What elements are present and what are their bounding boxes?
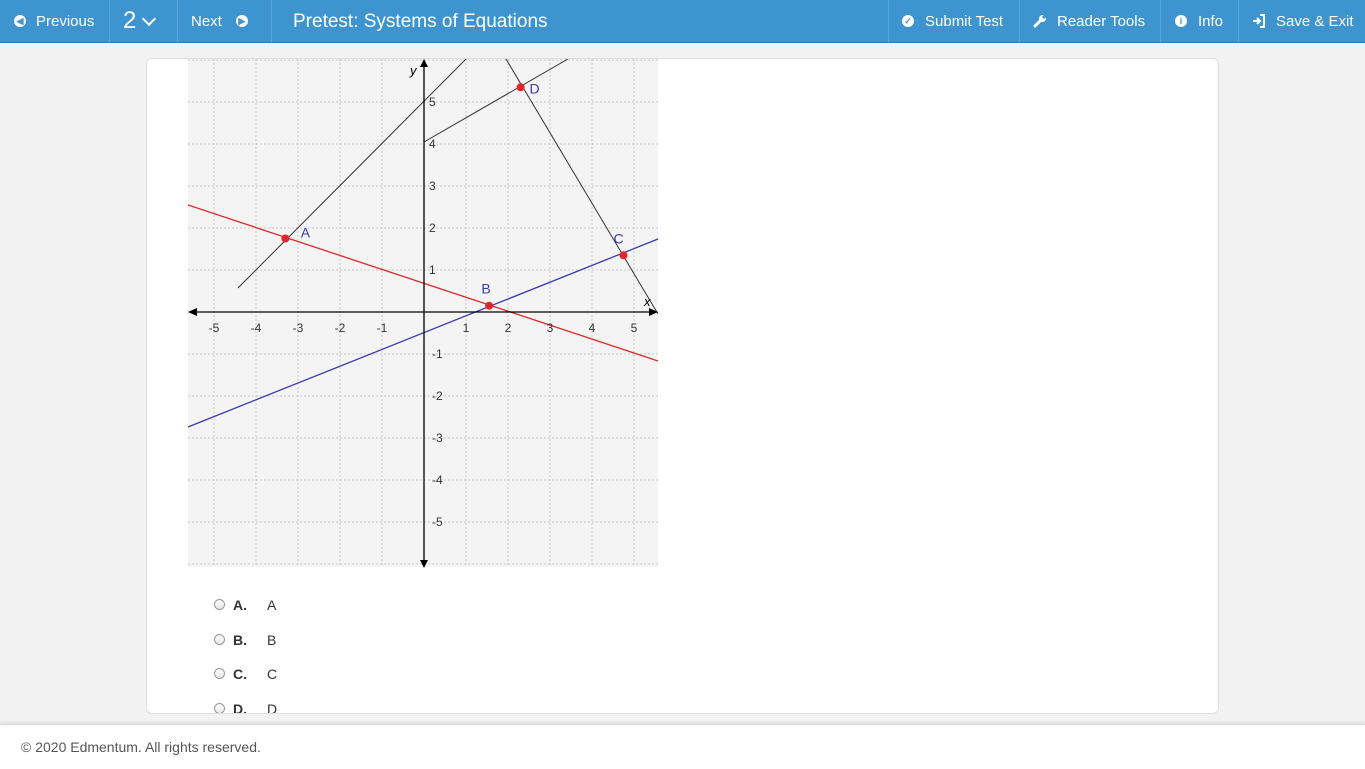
choice-a-text: A bbox=[267, 597, 277, 613]
y-tick-label: 5 bbox=[429, 95, 436, 109]
arrow-left-icon: ◀ bbox=[14, 15, 26, 27]
top-navigation-bar: ◀ Previous 2 Next ▶ Pretest: Systems of … bbox=[0, 0, 1365, 43]
previous-label: Previous bbox=[36, 12, 95, 30]
graph-background bbox=[188, 59, 658, 567]
coordinate-graph: xy -5 -4 -3 -2 -1 1 2 3 4 512345-1-2-3-4-5 ABCD bbox=[188, 59, 658, 568]
submit-test-button[interactable]: ✓ Submit Test bbox=[888, 0, 1020, 42]
x-tick-label: -2 bbox=[335, 321, 346, 335]
chevron-down-icon bbox=[142, 11, 157, 27]
submit-label: Submit Test bbox=[925, 12, 1004, 30]
save-exit-button[interactable]: Save & Exit bbox=[1239, 0, 1365, 42]
choice-d-text: D bbox=[267, 701, 278, 714]
x-tick-label: -1 bbox=[377, 321, 388, 335]
y-tick-label: -5 bbox=[432, 515, 443, 529]
arrow-right-icon: ▶ bbox=[235, 15, 248, 27]
point-label-b: B bbox=[481, 281, 490, 297]
point-label-a: A bbox=[301, 225, 311, 241]
point-b bbox=[485, 301, 494, 310]
point-c bbox=[619, 251, 628, 260]
y-tick-label: 2 bbox=[429, 221, 436, 235]
choice-c[interactable]: C. C bbox=[214, 666, 277, 682]
point-label-c: C bbox=[613, 230, 623, 246]
choice-a[interactable]: A. A bbox=[214, 597, 276, 613]
choice-d-letter: D. bbox=[233, 701, 247, 714]
sign-in-icon bbox=[1253, 14, 1265, 28]
choice-b[interactable]: B. B bbox=[214, 632, 276, 648]
choice-d[interactable]: D. D bbox=[214, 701, 278, 714]
info-label: Info bbox=[1198, 12, 1224, 30]
choice-b-text: B bbox=[267, 632, 277, 648]
choice-d-radio[interactable] bbox=[214, 702, 225, 713]
wrench-icon bbox=[1033, 15, 1046, 28]
info-button[interactable]: i Info bbox=[1161, 0, 1239, 42]
reader-tools-button[interactable]: Reader Tools bbox=[1020, 0, 1161, 42]
choice-c-text: C bbox=[267, 666, 278, 682]
save-exit-label: Save & Exit bbox=[1276, 12, 1354, 30]
page-title: Pretest: Systems of Equations bbox=[293, 11, 548, 32]
y-tick-label: 3 bbox=[429, 179, 436, 193]
x-tick-label: -3 bbox=[293, 321, 304, 335]
choice-b-letter: B. bbox=[233, 632, 247, 648]
previous-button[interactable]: ◀ Previous bbox=[0, 0, 110, 42]
next-button[interactable]: Next ▶ bbox=[178, 0, 272, 42]
choice-c-radio[interactable] bbox=[214, 667, 225, 679]
footer: © 2020 Edmentum. All rights reserved. bbox=[0, 724, 1365, 769]
y-tick-label: -3 bbox=[432, 431, 443, 445]
info-icon: i bbox=[1175, 15, 1187, 27]
choice-b-radio[interactable] bbox=[214, 633, 225, 645]
x-tick-label: 2 bbox=[505, 321, 512, 335]
check-circle-icon: ✓ bbox=[902, 15, 914, 27]
y-tick-label: -2 bbox=[432, 389, 443, 403]
reader-tools-label: Reader Tools bbox=[1057, 12, 1146, 30]
x-tick-label: 4 bbox=[589, 321, 596, 335]
point-label-d: D bbox=[530, 80, 540, 96]
y-tick-label: 4 bbox=[429, 137, 436, 151]
y-tick-label: -1 bbox=[432, 347, 443, 361]
x-tick-label: 5 bbox=[631, 321, 638, 335]
point-a bbox=[281, 234, 290, 243]
x-tick-label: 3 bbox=[547, 321, 554, 335]
question-card: xy -5 -4 -3 -2 -1 1 2 3 4 5 1 2 3 4 5 -1 -2 -3 -4 -5 ABCD A… bbox=[146, 58, 1219, 714]
choice-a-letter: A. bbox=[233, 597, 247, 613]
question-number: 2 bbox=[123, 7, 137, 34]
question-number-dropdown[interactable]: 2 bbox=[110, 0, 178, 42]
y-tick-label: 1 bbox=[429, 263, 436, 277]
x-tick-label: -4 bbox=[251, 321, 262, 335]
choice-a-radio[interactable] bbox=[214, 598, 225, 610]
x-tick-label: -5 bbox=[209, 321, 220, 335]
x-tick-label: 1 bbox=[463, 321, 470, 335]
next-label: Next bbox=[191, 12, 222, 30]
y-tick-label: -4 bbox=[432, 473, 443, 487]
x-axis-label: x bbox=[643, 294, 651, 309]
copyright-text: © 2020 Edmentum. All rights reserved. bbox=[21, 739, 261, 755]
choice-c-letter: C. bbox=[233, 666, 247, 682]
point-d bbox=[516, 83, 525, 92]
